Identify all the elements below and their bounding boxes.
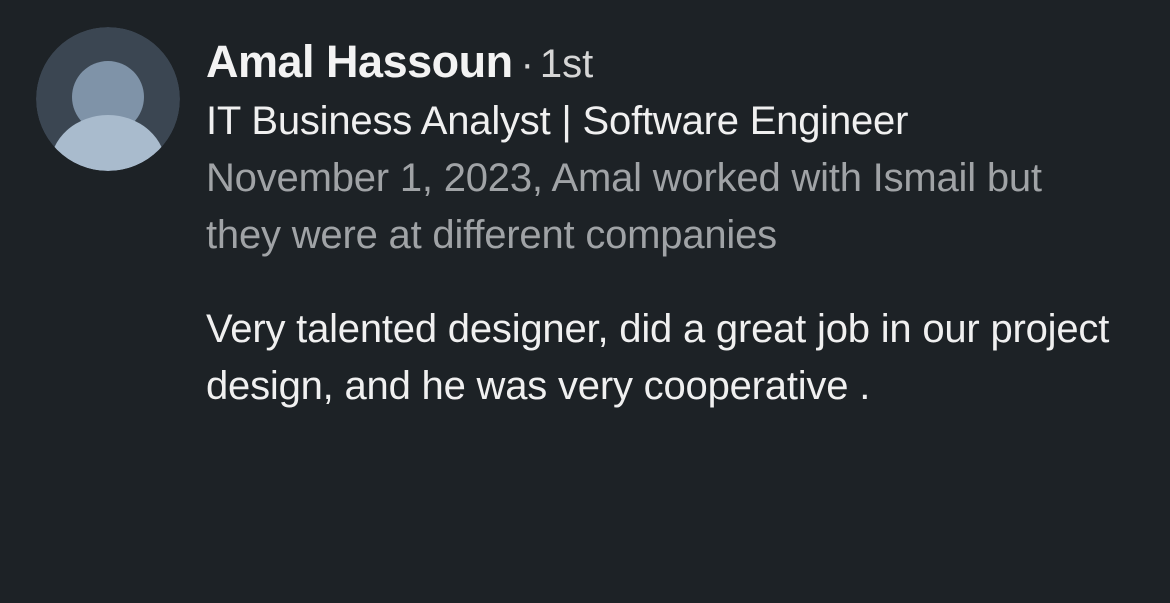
recommender-headline: IT Business Analyst | Software Engineer <box>206 99 909 143</box>
name-separator: · <box>520 42 534 86</box>
profile-avatar-icon[interactable] <box>36 27 180 171</box>
connection-degree-badge: 1st <box>539 42 594 86</box>
recommendation-card: Amal Hassoun · 1st IT Business Analyst | S… <box>0 0 1170 603</box>
name-line: Amal Hassoun · 1st <box>206 34 1146 90</box>
recommendation-text: Very talented designer, did a great job … <box>206 307 1110 408</box>
recommender-name[interactable]: Amal Hassoun <box>206 36 513 87</box>
relationship-text: November 1, 2023, Amal worked with Ismai… <box>206 156 1042 257</box>
recommendation-content: Amal Hassoun · 1st IT Business Analyst | S… <box>206 34 1146 415</box>
